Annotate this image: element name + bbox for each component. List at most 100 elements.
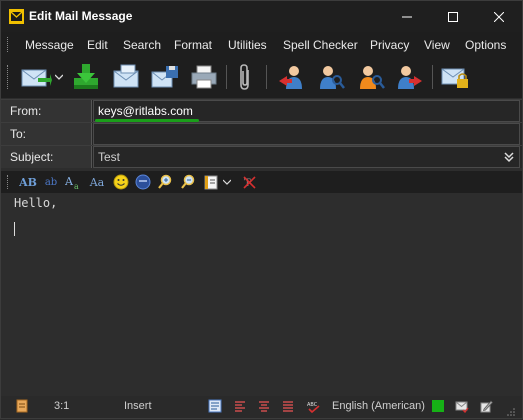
save-message-button[interactable] (148, 61, 182, 93)
menu-edit[interactable]: Edit (87, 38, 108, 52)
svg-text:ABC: ABC (307, 402, 318, 408)
minimize-icon (402, 16, 412, 17)
download-icon (74, 64, 98, 89)
envelope-clock-icon (113, 64, 139, 88)
templates-dropdown-button[interactable] (222, 173, 232, 191)
find-recipient-button[interactable] (314, 61, 348, 93)
close-button[interactable] (476, 1, 522, 32)
app-icon (9, 9, 24, 24)
connection-status-icon (432, 400, 444, 412)
window-title: Edit Mail Message (29, 9, 133, 23)
font-size-button[interactable]: A a (65, 173, 83, 191)
menu-utilities[interactable]: Utilities (228, 38, 267, 52)
send-dropdown-button[interactable] (54, 61, 64, 93)
to-label: To: (1, 123, 92, 145)
subject-value: Test (98, 150, 121, 164)
encrypt-button[interactable] (438, 61, 472, 93)
address-book-back-button[interactable] (275, 61, 309, 93)
text-caret (14, 222, 15, 236)
menu-privacy[interactable]: Privacy (370, 38, 409, 52)
font-face-button[interactable]: AB (18, 173, 38, 191)
change-case-button[interactable]: Aa (88, 173, 106, 191)
mail-editor-window: Edit Mail Message Message Edit Search Fo… (0, 0, 523, 419)
user-forward-icon (398, 66, 422, 89)
user-orange-search-icon (360, 66, 385, 89)
language-indicator[interactable]: English (American) (332, 400, 425, 412)
envelope-save-icon (151, 66, 178, 88)
subject-row: Subject: Test (1, 145, 522, 168)
zoom-in-icon (158, 174, 172, 189)
menu-spell-checker[interactable]: Spell Checker (283, 38, 358, 52)
align-left-icon[interactable] (233, 399, 247, 413)
clear-formatting-button[interactable]: T (240, 173, 258, 191)
edit-mode[interactable]: Insert (124, 400, 152, 412)
format-toolbar-grip[interactable] (7, 175, 11, 189)
save-to-outbox-button[interactable] (69, 61, 103, 93)
toolbar-grip[interactable] (7, 65, 11, 89)
send-later-button[interactable] (109, 61, 143, 93)
toolbar-separator (266, 65, 267, 89)
align-justify-icon[interactable] (281, 399, 295, 413)
find-group-button[interactable] (354, 61, 388, 93)
send-mail-button[interactable] (19, 61, 53, 93)
align-center-icon[interactable] (257, 399, 271, 413)
toolbar-separator (226, 65, 227, 89)
svg-text:A: A (65, 175, 74, 188)
user-search-icon (320, 66, 345, 89)
menu-bar: Message Edit Search Format Utilities Spe… (1, 32, 522, 57)
document-status-icon (16, 399, 28, 413)
menu-message[interactable]: Message (25, 38, 74, 52)
to-field[interactable] (93, 123, 520, 145)
paragraph-icon[interactable] (208, 399, 222, 413)
minimize-button[interactable] (384, 1, 430, 32)
font-size-icon: A a (65, 175, 79, 190)
subject-expand-button[interactable] (503, 151, 515, 163)
menu-view[interactable]: View (424, 38, 450, 52)
message-body-text: Hello, (14, 196, 58, 210)
title-bar: Edit Mail Message (1, 1, 522, 32)
spell-check-icon[interactable]: ABC (307, 399, 321, 413)
main-toolbar (1, 57, 522, 98)
menu-options[interactable]: Options (465, 38, 506, 52)
message-body-editor[interactable]: Hello, (1, 193, 522, 393)
envelope-check-icon[interactable] (455, 399, 469, 413)
paperclip-icon (240, 64, 249, 90)
resize-grip[interactable] (506, 406, 516, 416)
send-mail-icon (21, 69, 52, 87)
address-book-forward-button[interactable] (392, 61, 426, 93)
menu-format[interactable]: Format (174, 38, 212, 52)
menu-grip[interactable] (7, 37, 11, 52)
clear-format-icon: T (243, 176, 256, 189)
zoom-in-button[interactable] (156, 173, 174, 191)
face-icon (135, 174, 151, 190)
notebook-icon (204, 175, 218, 190)
maximize-icon (448, 11, 458, 22)
cursor-position: 3:1 (54, 400, 70, 412)
insert-smiley-button[interactable] (112, 173, 130, 191)
print-button[interactable] (187, 61, 221, 93)
close-icon (494, 11, 504, 22)
zoom-out-button[interactable] (179, 173, 197, 191)
envelope-lock-icon (441, 68, 468, 88)
user-back-icon (279, 66, 302, 89)
zoom-out-icon (181, 174, 195, 189)
chevron-down-icon (55, 74, 63, 80)
resize-grip-icon (507, 408, 515, 416)
to-row: To: (1, 122, 522, 145)
toolbar-separator (432, 65, 433, 89)
font-small-button[interactable]: ab (43, 173, 59, 191)
double-chevron-down-icon (504, 152, 514, 163)
pen-edit-icon[interactable] (479, 399, 493, 413)
templates-button[interactable] (202, 173, 220, 191)
from-row: From: keys@ritlabs.com (1, 99, 522, 122)
from-label: From: (1, 100, 92, 122)
menu-search[interactable]: Search (123, 38, 161, 52)
subject-label: Subject: (1, 146, 92, 168)
chevron-down-icon (223, 179, 231, 185)
subject-field[interactable]: Test (93, 146, 520, 168)
format-toolbar: AB ab A a Aa T (1, 171, 522, 193)
maximize-button[interactable] (430, 1, 476, 32)
attach-file-button[interactable] (232, 61, 258, 93)
status-bar: 3:1 Insert ABC English (American) (1, 396, 522, 418)
insert-emoji-button[interactable] (134, 173, 152, 191)
